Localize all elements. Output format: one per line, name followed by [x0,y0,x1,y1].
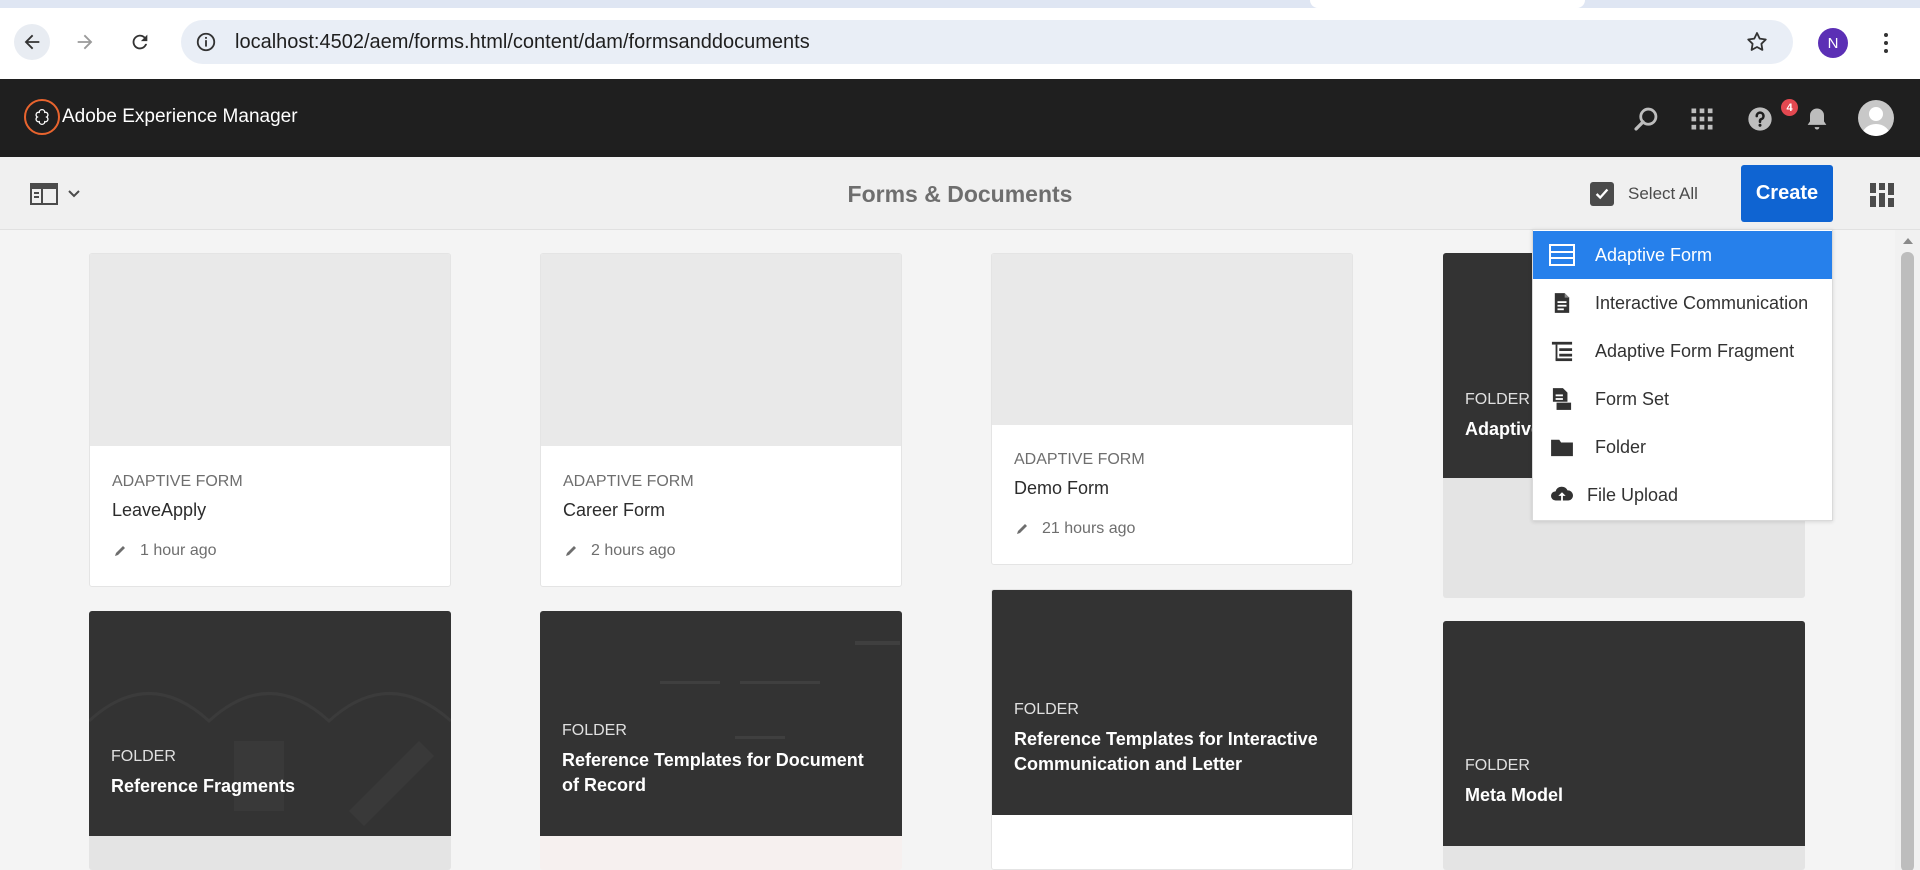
scroll-up-arrow-icon[interactable] [1903,238,1913,244]
folder-card[interactable]: FOLDER Reference Templates for Document … [540,611,902,870]
card-title: LeaveApply [112,500,207,520]
notification-badge: 4 [1781,99,1798,116]
folder-card[interactable]: FOLDER Reference Fragments [89,611,451,870]
form-set-icon [1547,384,1577,414]
aem-shell-header: Adobe Experience Manager [0,79,1920,157]
menu-item-label: Adaptive Form Fragment [1595,340,1795,361]
card-modified: 21 hours ago [1042,520,1136,537]
folder-type: FOLDER [1014,701,1079,718]
app-title[interactable]: Adobe Experience Manager [62,106,298,128]
pencil-icon [566,546,576,556]
create-dropdown-menu: Adaptive Form Interactive Communication … [1532,229,1833,521]
folder-title: Reference Fragments [111,776,296,796]
forward-button[interactable] [67,24,103,60]
form-thumbnail [992,254,1352,425]
menu-item-adaptive-form-fragment[interactable]: Adaptive Form Fragment [1533,327,1832,375]
pencil-icon [115,546,125,556]
card-type: ADAPTIVE FORM [1014,451,1145,468]
card-modified: 1 hour ago [140,542,217,559]
search-icon[interactable] [1630,103,1662,135]
menu-item-label: Folder [1595,436,1647,457]
document-icon [1547,288,1577,318]
menu-item-folder[interactable]: Folder [1533,423,1832,471]
bell-icon[interactable] [1801,103,1833,135]
folder-type: FOLDER [1465,391,1530,408]
arrow-left-icon [24,34,40,50]
folder-title: Reference Templates for Interactive Comm… [1014,729,1318,774]
card-view-icon[interactable] [1868,181,1896,209]
cloud-upload-icon [1547,480,1577,510]
folder-thumbnail [89,611,451,836]
folder-type: FOLDER [111,748,176,765]
folder-type: FOLDER [1465,757,1530,774]
form-thumbnail [90,254,450,446]
menu-item-label: Adaptive Form [1595,244,1713,265]
user-avatar[interactable] [1858,100,1894,136]
checkbox-icon [1590,182,1614,206]
aem-logo-icon[interactable] [24,99,60,135]
folder-title: Meta Model [1465,785,1564,805]
folder-card[interactable]: FOLDER Meta Model [1443,621,1805,870]
folder-icon [1547,432,1577,462]
scrollbar-thumb[interactable] [1901,252,1914,870]
card-title: Career Form [563,500,666,520]
browser-menu-icon[interactable] [1876,28,1896,58]
form-card[interactable]: ADAPTIVE FORM Demo Form 21 hours ago [991,253,1353,565]
card-type: ADAPTIVE FORM [112,473,243,490]
form-card[interactable]: ADAPTIVE FORM LeaveApply 1 hour ago [89,253,451,587]
fragments-pattern-icon [89,692,451,826]
menu-item-label: Interactive Communication [1595,292,1809,313]
address-bar[interactable]: localhost:4502/aem/forms.html/content/da… [181,20,1793,64]
tab-strip [0,0,1920,8]
select-all-label: Select All [1628,184,1698,203]
bookmark-star-icon[interactable] [1745,30,1769,54]
select-all-button[interactable]: Select All [1590,181,1698,207]
content-scrollbar[interactable] [1895,230,1920,870]
menu-item-adaptive-form[interactable]: Adaptive Form [1533,231,1832,279]
create-button[interactable]: Create [1741,165,1833,222]
fragment-tree-icon [1547,336,1577,366]
info-icon[interactable] [195,31,217,53]
help-icon[interactable] [1744,103,1776,135]
form-card[interactable]: ADAPTIVE FORM Career Form 2 hours ago [540,253,902,587]
back-button[interactable] [14,24,50,60]
action-bar: Forms & Documents Select All [0,157,1920,230]
profile-avatar[interactable]: N [1818,28,1848,58]
form-thumbnail [541,254,901,446]
reload-button[interactable] [122,24,158,60]
pencil-icon [1017,524,1027,534]
folder-title: Reference Templates for Document of Reco… [562,750,864,795]
card-title: Demo Form [1014,478,1110,498]
menu-item-interactive-communication[interactable]: Interactive Communication [1533,279,1832,327]
folder-card[interactable]: FOLDER Reference Templates for Interacti… [991,589,1353,870]
menu-item-label: File Upload [1587,484,1679,505]
folder-thumbnail [1443,621,1805,846]
card-type: ADAPTIVE FORM [563,473,694,490]
url-text[interactable]: localhost:4502/aem/forms.html/content/da… [235,31,810,54]
arrow-right-icon [77,34,93,50]
folder-type: FOLDER [562,722,627,739]
reload-icon [132,34,148,50]
adaptive-form-icon [1547,240,1577,270]
card-modified: 2 hours ago [591,542,676,559]
menu-item-form-set[interactable]: Form Set [1533,375,1832,423]
menu-item-label: Form Set [1595,388,1670,409]
browser-chrome: localhost:4502/aem/forms.html/content/da… [0,0,1920,79]
active-tab[interactable] [1310,0,1585,8]
apps-grid-icon[interactable] [1686,103,1718,135]
menu-item-file-upload[interactable]: File Upload [1533,471,1832,519]
